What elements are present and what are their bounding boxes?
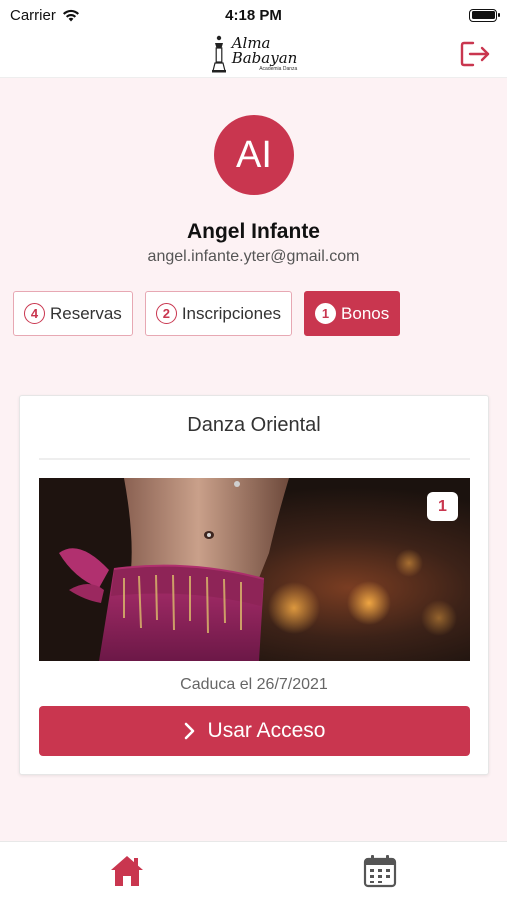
carrier-label: Carrier [10,6,56,24]
status-bar: Carrier 4:18 PM [0,0,507,30]
tab-count-badge: 1 [315,303,337,324]
card-divider [39,458,470,460]
tab-label: Inscripciones [181,303,282,323]
tab-label: Reservas [50,303,122,323]
dance-photo: 1 [39,478,470,661]
image-count-badge: 1 [427,492,458,521]
tab-count-badge: 4 [24,303,45,324]
academy-logo: Alma Babayan Academia Danza [210,32,298,76]
user-email: angel.infante.yter@gmail.com [147,248,360,265]
nav-calendar[interactable] [362,854,398,888]
wifi-icon [62,9,79,21]
app-header: Alma Babayan Academia Danza [0,30,507,78]
tab-reservas[interactable]: 4 Reservas [13,291,133,336]
tab-bonos[interactable]: 1 Bonos [304,291,401,336]
logo-text: Alma Babayan Academia Danza [231,35,298,72]
home-icon [111,856,143,886]
chevron-right-icon [184,722,194,740]
nav-home[interactable] [109,854,145,888]
user-name: Angel Infante [186,220,320,243]
use-access-button[interactable]: Usar Acceso [39,706,470,756]
logo-subtitle: Academia Danza [259,65,298,72]
logo-name-line2: Babayan [231,48,298,67]
expiry-date: Caduca el 26/7/2021 [180,676,328,693]
tab-count-badge: 2 [155,303,177,324]
card-title: Danza Oriental [187,414,321,436]
chess-queen-icon [211,35,226,72]
bottom-nav [0,841,507,900]
battery-icon [469,8,500,22]
avatar: AI [214,115,294,195]
logout-icon [460,41,490,67]
use-access-label: Usar Acceso [207,719,326,742]
tab-label: Bonos [341,303,390,323]
tab-inscripciones[interactable]: 2 Inscripciones [144,291,293,336]
bono-card: Danza Oriental 1 Caduca el 26/7/2021 Usa… [19,395,489,775]
status-left: Carrier [10,7,80,24]
tabs: 4 Reservas 2 Inscripciones 1 Bonos [13,291,401,336]
logout-button[interactable] [459,38,493,70]
calendar-icon [363,855,397,888]
belly-dance-image [39,478,470,661]
